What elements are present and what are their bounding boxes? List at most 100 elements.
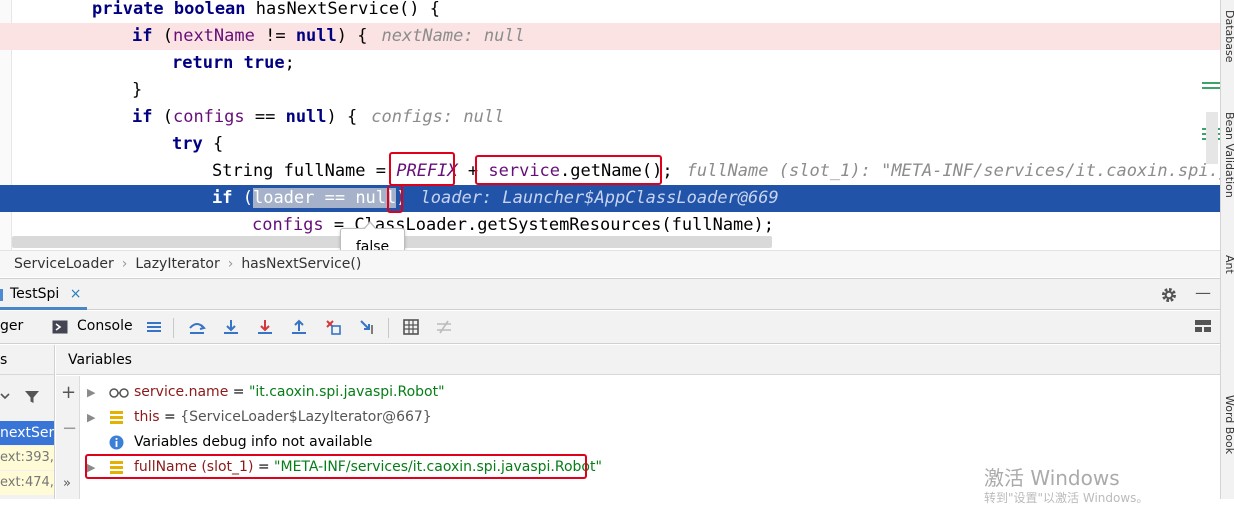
gear-icon[interactable] — [1160, 286, 1178, 304]
variable-value: {ServiceLoader$LazyIterator@667} — [180, 409, 432, 425]
breadcrumb-item[interactable]: ServiceLoader — [14, 256, 114, 272]
chevron-down-icon[interactable] — [0, 391, 10, 401]
selected-expression[interactable]: loader == null — [252, 188, 397, 208]
info-icon — [109, 435, 124, 450]
inline-debug-hint: fullName (slot_1): "META-INF/services/it… — [686, 161, 1220, 181]
breakpoint-line[interactable]: if (nextName != null) {nextName: null — [0, 23, 1220, 50]
add-watch-icon[interactable]: + — [61, 382, 76, 403]
layout-icon[interactable] — [1194, 318, 1212, 336]
tab-testspi[interactable]: TestSpi × — [0, 279, 88, 310]
frame-item[interactable]: ext:393, — [0, 446, 54, 470]
expand-arrow-icon[interactable]: ▶ — [87, 380, 95, 405]
getname-highlight-box — [475, 155, 662, 185]
filter-icon[interactable] — [24, 389, 40, 405]
run-to-cursor-icon[interactable] — [358, 318, 376, 336]
code-line[interactable]: private boolean hasNextService() { — [0, 0, 1220, 23]
run-config-icon — [0, 289, 3, 301]
code-token: ( — [162, 107, 173, 127]
debug-run-bar: TestSpi × — — [0, 278, 1220, 310]
code-token: configs — [172, 107, 245, 127]
force-step-into-icon[interactable] — [256, 318, 274, 336]
step-out-icon[interactable] — [290, 318, 308, 336]
expand-arrow-icon[interactable]: ▶ — [87, 405, 95, 430]
tab-debugger[interactable]: ger — [0, 318, 23, 334]
variable-equals: = — [228, 384, 249, 400]
bean-validation-tab[interactable]: Bean Validation — [1223, 112, 1234, 198]
frame-item-selected[interactable]: nextServi — [0, 421, 54, 445]
trace-current-stream-icon[interactable] — [435, 318, 453, 336]
tab-label: TestSpi — [10, 286, 60, 302]
inline-debug-hint: loader: Launcher$AppClassLoader@669 — [420, 188, 779, 208]
close-tab-icon[interactable]: × — [70, 286, 82, 302]
code-token: { — [212, 134, 224, 154]
code-token: ) { — [336, 26, 368, 46]
breadcrumb: ServiceLoader › LazyIterator › hasNextServic… — [0, 250, 1220, 277]
code-token: if — [212, 188, 243, 208]
code-editor[interactable]: private boolean hasNextService() { if ( n… — [0, 0, 1220, 250]
code-token: } — [132, 80, 143, 100]
show-execution-point-icon[interactable] — [145, 318, 163, 336]
scroll-marker[interactable] — [1202, 82, 1220, 84]
code-token: configs — [252, 215, 324, 235]
code-token: null — [285, 107, 327, 127]
code-line[interactable]: if (configs == null) {configs: null — [0, 104, 1220, 131]
current-execution-line[interactable]: if (loader == null) loader: Launcher$AppC… — [0, 185, 1220, 212]
field-icon — [110, 411, 123, 424]
right-tool-strip: Database Bean Validation Ant Word Book — [1220, 0, 1234, 499]
prefix-highlight-box — [389, 152, 455, 186]
drop-frame-icon[interactable] — [324, 318, 342, 336]
fullname-highlight-box — [85, 454, 587, 479]
info-text: Variables debug info not available — [134, 434, 373, 450]
database-tab[interactable]: Database — [1223, 10, 1234, 63]
breadcrumb-item[interactable]: hasNextService() — [241, 256, 361, 272]
frame-item[interactable]: ext:474, — [0, 471, 54, 495]
ant-tab[interactable]: Ant — [1223, 255, 1234, 274]
watch-icon — [109, 388, 129, 398]
code-token: try — [172, 134, 213, 154]
code-token: ( — [162, 26, 173, 46]
code-token: hasNextService() { — [255, 0, 440, 19]
vertical-scrollbar-thumb[interactable] — [1206, 112, 1218, 164]
variable-row[interactable]: ▶ this = {ServiceLoader$LazyIterator@667… — [81, 405, 1181, 430]
code-token: null — [295, 26, 337, 46]
code-token: private boolean — [92, 0, 256, 19]
variable-row[interactable]: ▶ service.name = "it.caoxin.spi.javaspi.… — [81, 380, 1181, 405]
code-token: if — [132, 26, 163, 46]
breadcrumb-item[interactable]: LazyIterator — [135, 256, 219, 272]
info-row: Variables debug info not available — [81, 430, 1181, 455]
minimize-icon[interactable]: — — [1195, 283, 1211, 302]
code-line[interactable]: configs = ClassLoader.getSystemResources… — [0, 212, 1220, 239]
activation-watermark-subtitle: 转到"设置"以激活 Windows。 — [984, 491, 1149, 505]
variables-side-toolbar: + − » — [56, 376, 80, 499]
tab-console[interactable]: Console — [77, 318, 133, 334]
step-into-icon[interactable] — [222, 318, 240, 336]
code-line[interactable]: try { — [0, 131, 1220, 158]
toolbar-divider — [173, 318, 174, 338]
debug-toolbar: ger Console — [0, 311, 1220, 344]
variable-value: "it.caoxin.spi.javaspi.Robot" — [248, 384, 445, 400]
code-token: == — [244, 107, 286, 127]
code-token: ( — [242, 188, 253, 208]
code-token: ) { — [326, 107, 358, 127]
code-line[interactable]: } — [0, 77, 1220, 104]
activation-watermark: 激活 Windows — [984, 466, 1120, 490]
variable-name: this — [134, 409, 160, 425]
step-over-icon[interactable] — [188, 318, 206, 336]
variable-name: service.name — [134, 384, 229, 400]
more-icon[interactable]: » — [63, 476, 71, 491]
variables-title: Variables — [68, 352, 132, 368]
frames-panel: s nextServi ext:393, ext:474, — [0, 345, 55, 499]
word-book-tab[interactable]: Word Book — [1223, 395, 1234, 454]
code-line[interactable]: return true; — [0, 50, 1220, 77]
null-highlight-box — [387, 185, 403, 213]
console-icon — [52, 320, 68, 334]
remove-watch-icon[interactable]: − — [62, 418, 77, 439]
code-token: getSystemResources(fullName); — [477, 215, 774, 235]
inline-debug-hint: nextName: null — [381, 26, 525, 46]
code-token: String fullName = — [212, 161, 397, 181]
scroll-marker[interactable] — [1202, 87, 1220, 89]
toolbar-divider — [388, 318, 389, 338]
evaluate-expression-icon[interactable] — [402, 318, 420, 336]
code-token: ; — [284, 53, 295, 73]
frames-header: s — [0, 345, 54, 375]
